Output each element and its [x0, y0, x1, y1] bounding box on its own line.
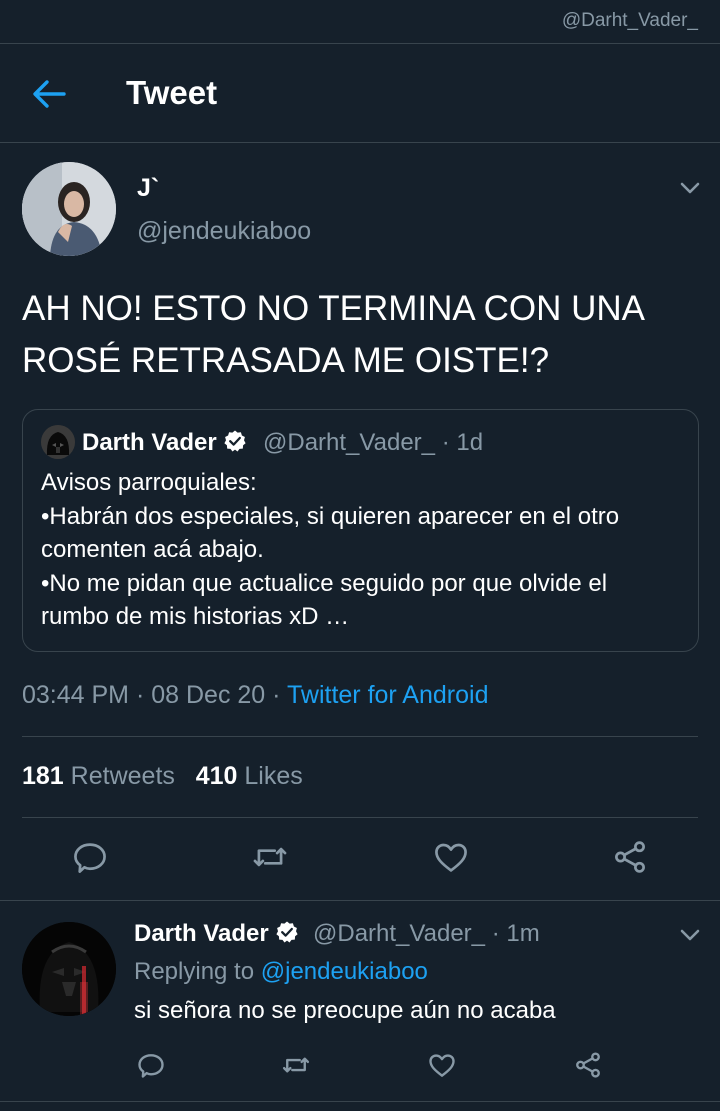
divider — [0, 142, 720, 143]
divider — [0, 900, 720, 901]
tweet-stats: 181 Retweets 410 Likes — [22, 762, 303, 791]
divider — [0, 43, 720, 44]
tweet-source-link[interactable]: Twitter for Android — [287, 681, 488, 709]
separator-dot: · — [272, 681, 281, 709]
share-icon — [615, 841, 645, 873]
share-button[interactable] — [611, 838, 649, 876]
chevron-down-icon — [680, 182, 700, 194]
more-options-button[interactable] — [677, 175, 703, 201]
replying-to-line: Replying to @jendeukiaboo — [134, 958, 428, 986]
quoted-author-meta: @Darht_Vader_ · 1d — [263, 429, 483, 457]
author-handle[interactable]: @jendeukiaboo — [137, 217, 311, 246]
like-icon — [429, 1054, 455, 1077]
avatar[interactable] — [22, 922, 116, 1016]
divider — [0, 1101, 720, 1102]
avatar-photo — [22, 162, 116, 256]
verified-icon — [224, 430, 246, 452]
reply-share-button[interactable] — [573, 1050, 603, 1080]
tweet-text: AH NO! ESTO NO TERMINA CON UNA ROSÉ RETR… — [22, 289, 644, 380]
darth-vader-avatar-photo — [41, 425, 75, 459]
reply-button[interactable] — [71, 838, 109, 876]
retweet-icon — [253, 847, 287, 867]
reply-icon — [74, 843, 106, 873]
retweets-label: Retweets — [70, 762, 175, 790]
reply-author-meta: @Darht_Vader_ · 1m — [313, 920, 540, 948]
quoted-tweet-age: 1d — [456, 429, 484, 456]
retweets-stat[interactable]: 181 Retweets — [22, 762, 175, 790]
reply-author-name[interactable]: Darth Vader — [134, 920, 299, 948]
back-arrow-icon — [33, 80, 66, 108]
reply-icon — [138, 1054, 164, 1078]
author-name[interactable]: J` — [137, 174, 159, 203]
quoted-tweet-text: Avisos parroquiales: •Habrán dos especia… — [41, 469, 620, 630]
reply-age: 1m — [506, 920, 540, 947]
replying-to-prefix: Replying to — [134, 958, 255, 985]
separator-dot: · — [135, 681, 145, 709]
tweet-date: 08 Dec 20 — [151, 681, 266, 709]
quoted-author-handle: @Darht_Vader_ — [263, 429, 436, 456]
chevron-down-icon — [680, 929, 700, 941]
back-button[interactable] — [30, 77, 68, 111]
avatar — [41, 425, 75, 459]
reply-text: si señora no se preocupe aún no acaba — [134, 997, 556, 1024]
reply-author-handle[interactable]: @Darht_Vader_ — [313, 920, 485, 947]
verified-icon — [276, 921, 298, 943]
account-handle-watermark: @Darht_Vader_ — [561, 10, 698, 31]
tweet-timestamp: 03:44 PM · 08 Dec 20 · Twitter for Andro… — [22, 681, 488, 710]
page-title: Tweet — [126, 74, 218, 111]
like-icon — [435, 843, 467, 872]
share-icon — [576, 1052, 600, 1078]
like-button[interactable] — [432, 838, 470, 876]
likes-count: 410 — [195, 762, 238, 790]
reply-like-button[interactable] — [427, 1050, 457, 1080]
divider — [22, 817, 698, 818]
divider — [22, 736, 698, 737]
reply-author-name-text: Darth Vader — [134, 920, 269, 947]
likes-label: Likes — [244, 762, 303, 790]
replying-to-handle-link[interactable]: @jendeukiaboo — [261, 958, 428, 985]
retweet-button[interactable] — [251, 838, 289, 876]
separator-dot: · — [441, 429, 450, 456]
reply-reply-button[interactable] — [136, 1050, 166, 1080]
quoted-author-name: Darth Vader — [82, 429, 247, 457]
avatar[interactable] — [22, 162, 116, 256]
retweets-count: 181 — [22, 762, 64, 790]
darth-vader-avatar-photo — [22, 922, 116, 1016]
retweet-icon — [282, 1057, 310, 1073]
reply-retweet-button[interactable] — [281, 1050, 311, 1080]
separator-dot: · — [491, 920, 500, 947]
reply-more-options-button[interactable] — [677, 922, 703, 948]
quoted-tweet[interactable]: Darth Vader @Darht_Vader_ · 1d Avisos pa… — [22, 409, 699, 652]
likes-stat[interactable]: 410 Likes — [196, 762, 303, 790]
tweet-time: 03:44 PM — [22, 681, 130, 709]
quoted-author-name-text: Darth Vader — [82, 429, 217, 456]
